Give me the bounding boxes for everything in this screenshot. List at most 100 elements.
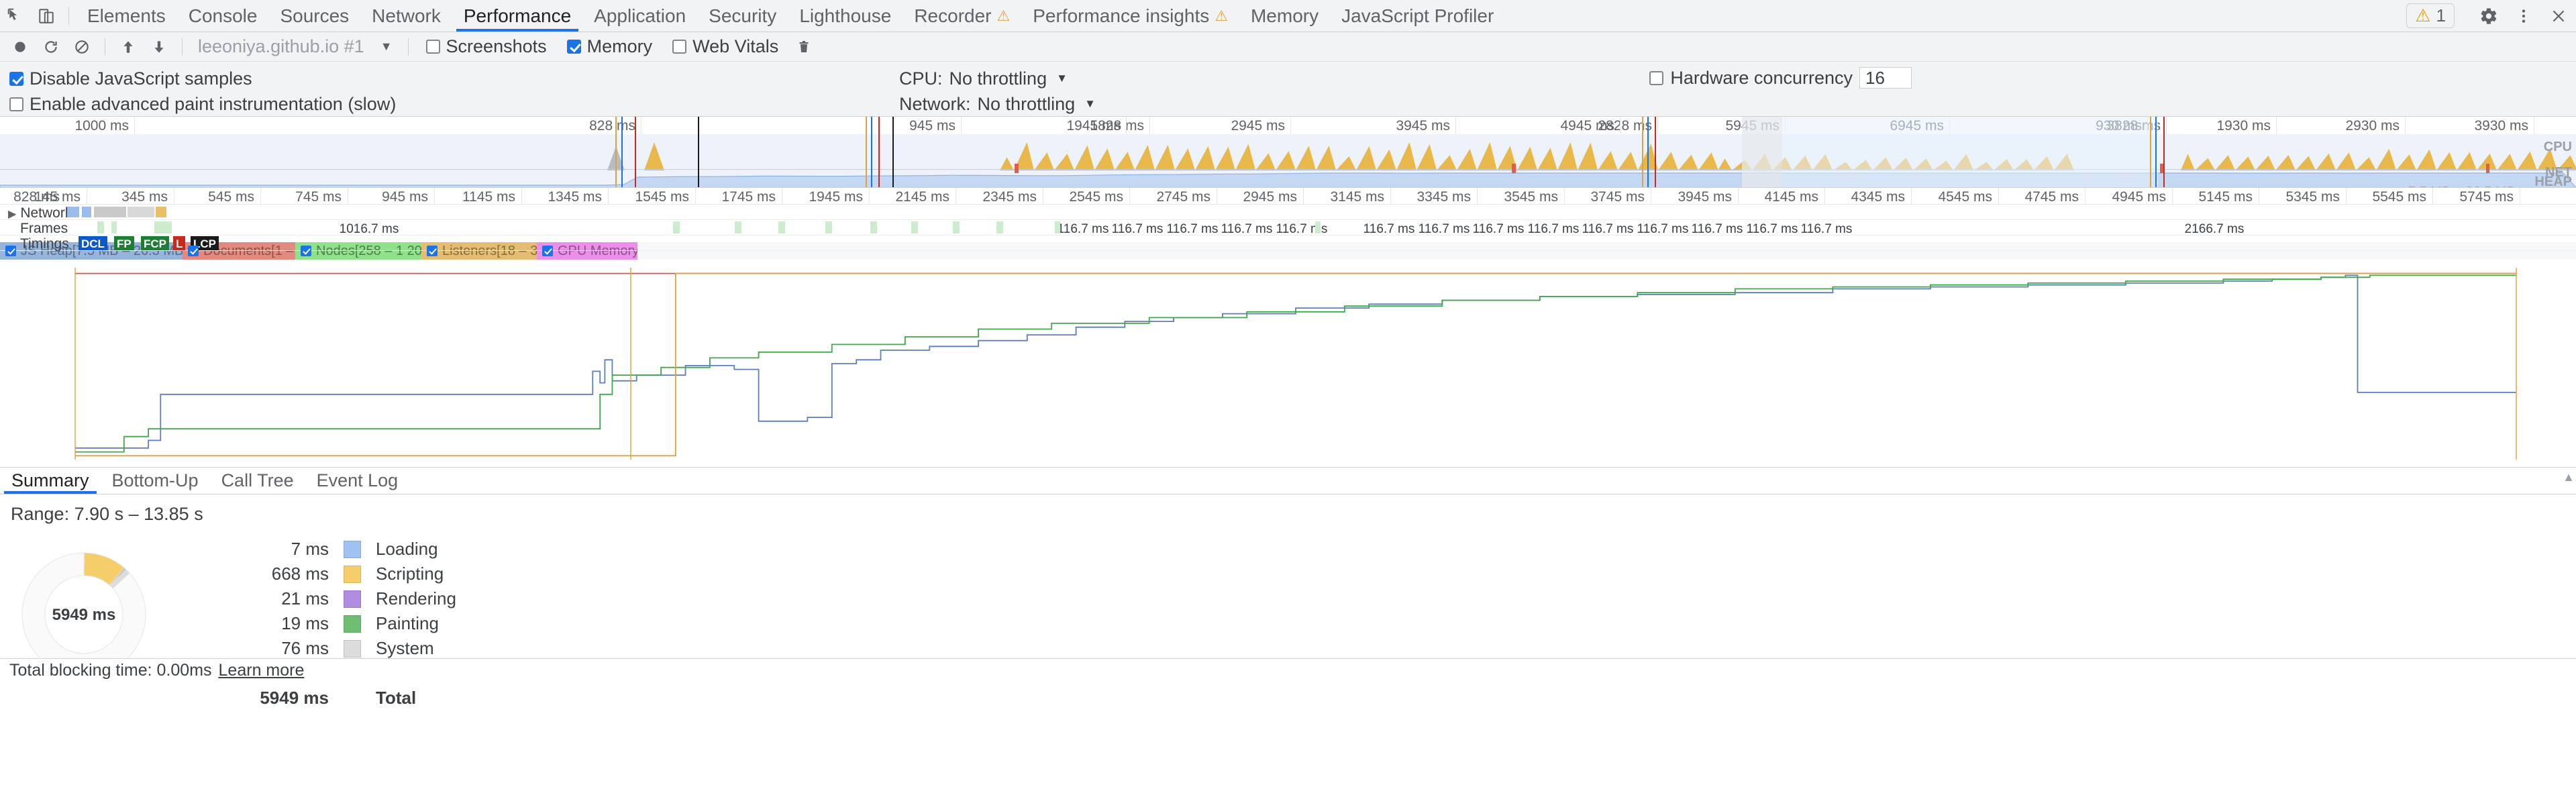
frame-block[interactable]: [825, 221, 832, 233]
activity-donut-chart: 5949 ms: [0, 537, 168, 710]
garbage-collect-icon[interactable]: [789, 34, 819, 60]
tabbar-right-cluster: ⚠ 1: [2404, 0, 2576, 32]
track-network[interactable]: ▶ Network: [0, 205, 2576, 220]
frame-block[interactable]: [97, 221, 104, 233]
frame-block[interactable]: [870, 221, 877, 233]
legend-label: Rendering: [376, 588, 456, 609]
toolbar-divider: [68, 7, 69, 25]
hardware-concurrency-control[interactable]: Hardware concurrency 16: [1649, 67, 2576, 89]
cpu-throttling-select[interactable]: No throttling ▼: [949, 68, 1068, 89]
frame-block[interactable]: [911, 221, 918, 233]
hardware-concurrency-input[interactable]: 16: [1859, 67, 1912, 89]
load-profile-button[interactable]: [113, 34, 143, 60]
checkbox-box[interactable]: [1649, 71, 1663, 85]
record-button[interactable]: [5, 34, 35, 60]
activity-legend-table: 7 ms Loading 668 ms Scripting 21 ms Rend…: [174, 537, 456, 710]
clear-recording-button[interactable]: [67, 34, 97, 60]
tab-sources[interactable]: Sources: [268, 0, 360, 32]
frame-duration-label: 116.7 ms: [1473, 222, 1525, 237]
timeline-gridline: [1911, 188, 1912, 205]
frame-duration-label: 2166.7 ms: [2185, 222, 2245, 237]
js-samples-checkbox[interactable]: Disable JavaScript samples: [0, 68, 899, 89]
overview-window-overlay[interactable]: [1782, 117, 2158, 187]
reload-and-record-button[interactable]: [36, 34, 66, 60]
checkbox-box: [9, 97, 23, 111]
network-request-bar[interactable]: [94, 207, 126, 217]
tab-label: Network: [372, 5, 441, 27]
frame-block[interactable]: [111, 221, 117, 233]
network-request-bar[interactable]: [67, 207, 79, 217]
frame-block[interactable]: [673, 221, 680, 233]
network-request-bar[interactable]: [82, 207, 91, 217]
tab-recorder[interactable]: Recorder ⚠: [903, 0, 1021, 32]
close-devtools-icon[interactable]: [2541, 7, 2576, 25]
overview-timing-marker: [621, 117, 623, 187]
overview-ruler[interactable]: 1000 ms828 ms1828 ms2828 ms3828 ms4828 m…: [0, 117, 2576, 134]
legend-swatch-painting: [344, 615, 361, 633]
timeline-gridline: [1824, 188, 1825, 205]
learn-more-link[interactable]: Learn more: [219, 661, 305, 680]
network-request-bar[interactable]: [156, 207, 166, 217]
checkbox-box: [542, 246, 553, 256]
frame-block[interactable]: [1315, 221, 1321, 233]
tab-performance-insights[interactable]: Performance insights ⚠: [1021, 0, 1239, 32]
timeline-tick-label: 145 ms: [34, 189, 87, 205]
tab-summary[interactable]: Summary: [0, 468, 101, 494]
cpu-throttling-control[interactable]: CPU: No throttling ▼: [899, 68, 1068, 89]
overview-window-overlay[interactable]: [1742, 117, 1782, 187]
overview-network-blip: [1512, 164, 1516, 173]
tab-application[interactable]: Application: [582, 0, 697, 32]
scroll-up-icon[interactable]: ▲: [2561, 470, 2576, 484]
track-label-text: Network: [20, 205, 72, 221]
timeline-overview-pane[interactable]: 1000 ms828 ms1828 ms2828 ms3828 ms4828 m…: [0, 117, 2576, 188]
tab-security[interactable]: Security: [697, 0, 788, 32]
tab-memory[interactable]: Memory: [1239, 0, 1330, 32]
profile-selector[interactable]: leeoniya.github.io #1 ▼: [191, 34, 400, 59]
timeline-tracks[interactable]: ▶ Network Frames 1016.7 ms 116.7 ms 116.7 m…: [0, 205, 2576, 242]
device-toolbar-icon[interactable]: [31, 0, 62, 32]
timeline-tick-label: 1545 ms: [635, 189, 695, 205]
tab-bottom-up[interactable]: Bottom-Up: [101, 468, 210, 494]
timing-marker-dcl[interactable]: DCL: [79, 236, 107, 250]
overview-timing-marker: [615, 117, 617, 187]
screenshots-checkbox[interactable]: Screenshots: [426, 36, 547, 57]
timeline-tick-label: 5745 ms: [2459, 189, 2520, 205]
memory-checkbox[interactable]: Memory: [567, 36, 653, 57]
paint-instrumentation-checkbox[interactable]: Enable advanced paint instrumentation (s…: [0, 94, 899, 115]
tab-event-log[interactable]: Event Log: [305, 468, 410, 494]
track-timings[interactable]: Timings DCL FP FCP L LCP: [0, 235, 2576, 251]
hardware-concurrency-label: Hardware concurrency: [1670, 68, 1853, 89]
frame-block[interactable]: [735, 221, 741, 233]
issues-warning-badge[interactable]: ⚠ 1: [2406, 3, 2455, 28]
track-frames[interactable]: Frames 1016.7 ms 116.7 ms 116.7 ms 116.7 ms…: [0, 220, 2576, 235]
frame-block[interactable]: [996, 221, 1003, 233]
chevron-right-icon[interactable]: ▶: [8, 207, 16, 221]
timeline-ruler[interactable]: 828 ms 145 ms 345 ms 545 ms 745 ms 945 ms 1145…: [0, 188, 2576, 205]
tab-label: Lighthouse: [799, 5, 891, 27]
network-throttling-select[interactable]: No throttling ▼: [978, 94, 1096, 115]
network-request-bar[interactable]: [127, 207, 154, 217]
web-vitals-checkbox[interactable]: Web Vitals: [672, 36, 778, 57]
tab-console[interactable]: Console: [177, 0, 269, 32]
timing-marker-fp[interactable]: FP: [114, 236, 134, 250]
more-options-icon[interactable]: [2506, 7, 2541, 25]
frame-block[interactable]: [778, 221, 785, 233]
tab-lighthouse[interactable]: Lighthouse: [788, 0, 903, 32]
network-throttling-control[interactable]: Network: No throttling ▼: [899, 94, 1096, 115]
tab-network[interactable]: Network: [360, 0, 452, 32]
frame-block[interactable]: [953, 221, 960, 233]
frame-block[interactable]: [154, 221, 172, 233]
timing-marker-fcp[interactable]: FCP: [141, 236, 169, 250]
tab-call-tree[interactable]: Call Tree: [210, 468, 305, 494]
warning-triangle-icon: ⚠: [2415, 5, 2430, 26]
inspect-element-icon[interactable]: [0, 0, 31, 32]
tab-javascript-profiler[interactable]: JavaScript Profiler: [1330, 0, 1505, 32]
settings-gear-icon[interactable]: [2471, 7, 2506, 25]
drawer-scrollbar[interactable]: ▲: [2561, 468, 2576, 682]
tab-performance[interactable]: Performance: [452, 0, 582, 32]
timing-marker-l[interactable]: L: [173, 236, 185, 250]
frame-block[interactable]: [1055, 221, 1060, 233]
tab-elements[interactable]: Elements: [76, 0, 177, 32]
save-profile-button[interactable]: [144, 34, 174, 60]
overview-timing-marker: [698, 117, 699, 187]
